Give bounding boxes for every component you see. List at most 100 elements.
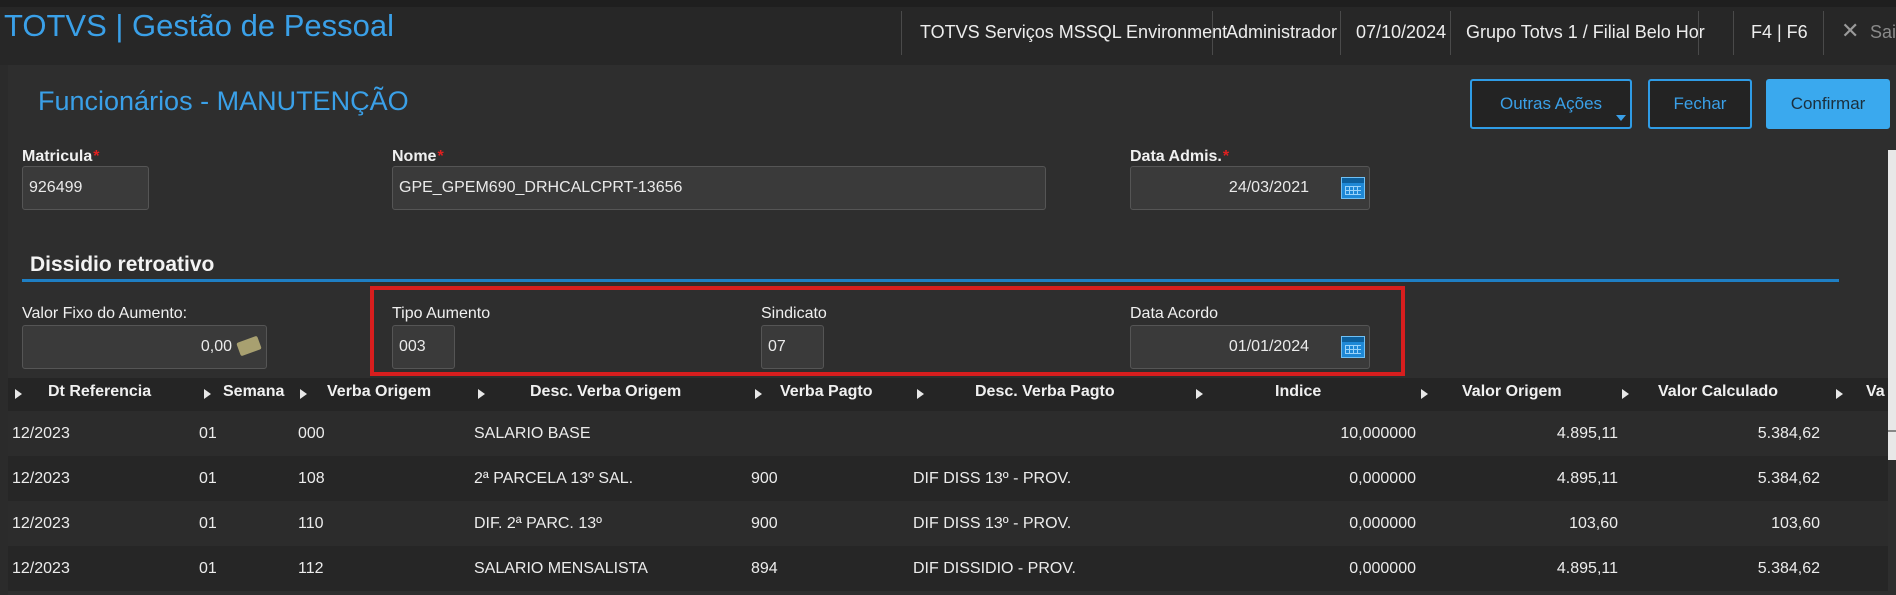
nome-label: Nome*	[392, 148, 444, 165]
sort-arrow-icon[interactable]	[1836, 389, 1843, 399]
col-verba-origem[interactable]: Verba Origem	[327, 383, 431, 401]
shortcuts-label[interactable]: F4 | F6	[1751, 22, 1808, 43]
required-mark: *	[437, 148, 444, 165]
cell-desc-verba-origem: SALARIO BASE	[474, 425, 591, 442]
cell-valor-calculado: 5.384,62	[1757, 560, 1820, 577]
cell-verba-pagto: 900	[751, 515, 778, 532]
sort-arrow-icon[interactable]	[300, 389, 307, 399]
cell-valor-origem: 103,60	[1569, 515, 1618, 532]
col-verba-pagto[interactable]: Verba Pagto	[780, 383, 872, 401]
col-desc-verba-origem[interactable]: Desc. Verba Origem	[530, 383, 681, 401]
sort-arrow-icon[interactable]	[1622, 389, 1629, 399]
branch-label[interactable]: Grupo Totvs 1 / Filial Belo Hor	[1466, 22, 1705, 43]
confirm-button-label: Confirmar	[1790, 94, 1866, 113]
required-mark: *	[1222, 148, 1230, 165]
cell-semana: 01	[199, 470, 217, 487]
cell-verba-pagto: 894	[751, 560, 778, 577]
cell-valor-calculado: 5.384,62	[1757, 470, 1820, 487]
cell-verba-origem: 112	[298, 560, 324, 577]
data-admis-field[interactable]: 24/03/2021	[1130, 166, 1370, 210]
cell-dt-referencia: 12/2023	[12, 425, 70, 442]
confirm-button[interactable]: Confirmar	[1766, 79, 1890, 129]
sort-arrow-icon[interactable]	[755, 389, 762, 399]
environment-label[interactable]: TOTVS Serviços MSSQL Environment	[920, 22, 1227, 43]
cell-desc-verba-pagto: DIF DISS 13º - PROV.	[913, 470, 1072, 487]
valor-fixo-field[interactable]: 0,00	[22, 325, 267, 369]
user-label[interactable]: Administrador	[1226, 22, 1337, 43]
col-desc-verba-pagto[interactable]: Desc. Verba Pagto	[975, 383, 1115, 401]
cell-valor-origem: 4.895,11	[1556, 470, 1618, 487]
topbar-divider	[1450, 11, 1451, 55]
col-valor-calculado[interactable]: Valor Calculado	[1658, 383, 1778, 401]
cell-desc-verba-origem: SALARIO MENSALISTA	[474, 560, 648, 577]
calendar-icon[interactable]	[1341, 177, 1365, 199]
other-actions-button[interactable]: Outras Ações	[1470, 79, 1632, 129]
cell-desc-verba-origem: 2ª PARCELA 13º SAL.	[474, 470, 634, 487]
grid-header	[8, 378, 1896, 411]
col-indice[interactable]: Indice	[1275, 383, 1321, 401]
sort-arrow-icon[interactable]	[1421, 389, 1428, 399]
cell-valor-origem: 4.895,11	[1556, 560, 1618, 577]
sort-arrow-icon[interactable]	[917, 389, 924, 399]
close-button[interactable]: Fechar	[1648, 79, 1752, 129]
matricula-value: 926499	[29, 179, 83, 196]
top-strip	[0, 0, 1896, 7]
topbar-divider	[901, 11, 902, 55]
chevron-down-icon	[1616, 115, 1626, 121]
topbar-divider	[1733, 11, 1734, 55]
cell-semana: 01	[199, 425, 217, 442]
cell-indice: 0,000000	[1349, 515, 1416, 532]
cell-dt-referencia: 12/2023	[12, 470, 70, 487]
cell-semana: 01	[199, 515, 217, 532]
other-actions-label: Outras Ações	[1499, 94, 1603, 113]
cell-indice: 0,000000	[1349, 560, 1416, 577]
date-label[interactable]: 07/10/2024	[1356, 22, 1446, 43]
cell-desc-verba-pagto: DIF DISS 13º - PROV.	[913, 515, 1072, 532]
sort-arrow-icon[interactable]	[15, 389, 22, 399]
vertical-scrollbar[interactable]	[1888, 150, 1896, 460]
nome-value: GPE_GPEM690_DRHCALCPRT-13656	[399, 179, 683, 196]
close-button-label: Fechar	[1673, 94, 1727, 113]
matricula-label: Matricula*	[22, 148, 100, 165]
cell-valor-calculado: 103,60	[1771, 515, 1820, 532]
col-valor-origem[interactable]: Valor Origem	[1462, 383, 1562, 401]
sort-arrow-icon[interactable]	[204, 389, 211, 399]
sort-arrow-icon[interactable]	[1196, 389, 1203, 399]
money-icon[interactable]	[236, 335, 262, 357]
exit-label[interactable]: Sair	[1870, 22, 1896, 43]
cell-valor-origem: 4.895,11	[1556, 425, 1618, 442]
topbar-divider	[1340, 11, 1341, 55]
sort-arrow-icon[interactable]	[478, 389, 485, 399]
cell-valor-calculado: 5.384,62	[1757, 425, 1820, 442]
topbar-divider	[1212, 11, 1213, 55]
cell-verba-origem: 108	[298, 470, 325, 487]
table-row[interactable]: 12/2023 01 000 SALARIO BASE 10,000000 4.…	[8, 411, 1888, 456]
cell-dt-referencia: 12/2023	[12, 560, 70, 577]
cell-verba-pagto: 900	[751, 470, 778, 487]
table-row[interactable]: 12/2023 01 110 DIF. 2ª PARC. 13º 900 DIF…	[8, 501, 1888, 546]
table-row[interactable]: 12/2023 01 112 SALARIO MENSALISTA 894 DI…	[8, 546, 1888, 591]
matricula-field[interactable]: 926499	[22, 166, 149, 210]
topbar-divider	[1698, 11, 1699, 55]
required-mark: *	[93, 148, 100, 165]
col-semana[interactable]: Semana	[223, 383, 284, 401]
cell-indice: 10,000000	[1340, 425, 1416, 442]
scrollbar-notch	[1888, 430, 1896, 432]
cell-dt-referencia: 12/2023	[12, 515, 70, 532]
col-va[interactable]: Va	[1866, 383, 1885, 401]
data-admis-value: 24/03/2021	[1228, 179, 1309, 196]
valor-fixo-label: Valor Fixo do Aumento:	[22, 305, 188, 322]
valor-fixo-value: 0,00	[200, 338, 232, 355]
section-title: Dissidio retroativo	[30, 253, 215, 276]
highlight-box	[370, 286, 1405, 376]
cell-desc-verba-pagto: DIF DISSIDIO - PROV.	[913, 560, 1076, 577]
cell-semana: 01	[199, 560, 217, 577]
app-title: TOTVS | Gestão de Pessoal	[4, 8, 394, 43]
col-dt-referencia[interactable]: Dt Referencia	[48, 383, 151, 401]
section-divider	[22, 279, 1839, 282]
page-title: Funcionários - MANUTENÇÃO	[38, 86, 409, 116]
nome-field[interactable]: GPE_GPEM690_DRHCALCPRT-13656	[392, 166, 1046, 210]
table-row[interactable]: 12/2023 01 108 2ª PARCELA 13º SAL. 900 D…	[8, 456, 1888, 501]
cell-verba-origem: 110	[298, 515, 324, 532]
close-icon[interactable]: ✕	[1841, 18, 1859, 44]
